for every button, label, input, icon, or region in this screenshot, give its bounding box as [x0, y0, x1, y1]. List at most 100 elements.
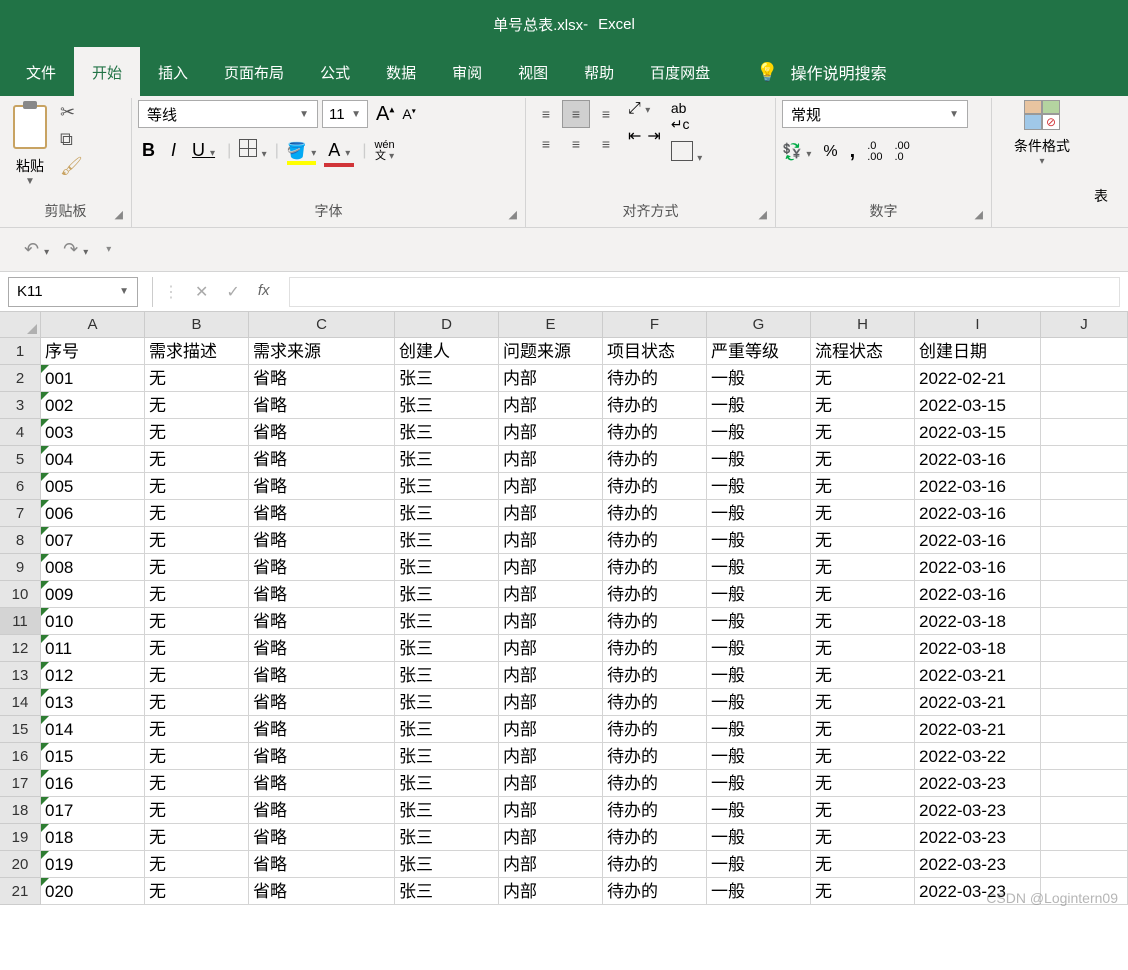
- cell[interactable]: 内部: [499, 608, 603, 635]
- cell[interactable]: [1041, 392, 1128, 419]
- cell[interactable]: 省略: [249, 689, 395, 716]
- cell[interactable]: 一般: [707, 878, 811, 905]
- cell[interactable]: [1041, 635, 1128, 662]
- cell[interactable]: 待办的: [603, 446, 707, 473]
- align-bottom-button[interactable]: ≡: [592, 100, 620, 128]
- cell[interactable]: 016: [41, 770, 145, 797]
- cell[interactable]: 无: [811, 878, 915, 905]
- cell[interactable]: [1041, 797, 1128, 824]
- cell[interactable]: 待办的: [603, 851, 707, 878]
- decrease-indent-button[interactable]: ⇤: [628, 126, 641, 146]
- select-all-corner[interactable]: [0, 312, 41, 338]
- row-header[interactable]: 4: [0, 419, 41, 446]
- align-top-button[interactable]: ≡: [532, 100, 560, 128]
- cell[interactable]: [1041, 716, 1128, 743]
- align-center-button[interactable]: ≡: [562, 130, 590, 158]
- cell[interactable]: 002: [41, 392, 145, 419]
- cell[interactable]: 无: [145, 365, 249, 392]
- cell[interactable]: 2022-03-22: [915, 743, 1041, 770]
- cell[interactable]: 张三: [395, 500, 499, 527]
- cell[interactable]: 待办的: [603, 419, 707, 446]
- cell[interactable]: 问题来源: [499, 338, 603, 365]
- cell[interactable]: 张三: [395, 743, 499, 770]
- tab-data[interactable]: 数据: [368, 47, 434, 98]
- cell[interactable]: 省略: [249, 743, 395, 770]
- row-header[interactable]: 19: [0, 824, 41, 851]
- cell[interactable]: [1041, 419, 1128, 446]
- row-header[interactable]: 21: [0, 878, 41, 905]
- font-size-select[interactable]: 11▼: [322, 100, 368, 128]
- cell[interactable]: 无: [145, 716, 249, 743]
- cell[interactable]: 省略: [249, 365, 395, 392]
- cell[interactable]: 无: [811, 365, 915, 392]
- cell[interactable]: 内部: [499, 662, 603, 689]
- row-header[interactable]: 15: [0, 716, 41, 743]
- cell[interactable]: 待办的: [603, 716, 707, 743]
- cell[interactable]: 011: [41, 635, 145, 662]
- cell[interactable]: 待办的: [603, 878, 707, 905]
- cell[interactable]: 内部: [499, 365, 603, 392]
- cell[interactable]: 内部: [499, 770, 603, 797]
- cell[interactable]: [1041, 500, 1128, 527]
- cell[interactable]: 2022-03-16: [915, 581, 1041, 608]
- cell[interactable]: 003: [41, 419, 145, 446]
- wrap-text-button[interactable]: ab↵c: [671, 100, 702, 133]
- cell[interactable]: [1041, 770, 1128, 797]
- name-box[interactable]: K11▼: [8, 277, 138, 307]
- cell[interactable]: 无: [145, 770, 249, 797]
- cell[interactable]: 无: [145, 581, 249, 608]
- cell[interactable]: 一般: [707, 608, 811, 635]
- border-button[interactable]: ▾: [239, 139, 266, 162]
- cell[interactable]: 待办的: [603, 743, 707, 770]
- cell[interactable]: 内部: [499, 824, 603, 851]
- cell[interactable]: 007: [41, 527, 145, 554]
- cell[interactable]: 张三: [395, 554, 499, 581]
- cell[interactable]: 2022-03-15: [915, 392, 1041, 419]
- row-header[interactable]: 18: [0, 797, 41, 824]
- cell[interactable]: 无: [811, 554, 915, 581]
- cell[interactable]: [1041, 608, 1128, 635]
- cell[interactable]: 018: [41, 824, 145, 851]
- comma-button[interactable]: ,: [850, 140, 856, 163]
- cell[interactable]: 2022-03-16: [915, 473, 1041, 500]
- cell[interactable]: 张三: [395, 527, 499, 554]
- cell[interactable]: 省略: [249, 797, 395, 824]
- cell[interactable]: [1041, 662, 1128, 689]
- cell[interactable]: 012: [41, 662, 145, 689]
- formula-input[interactable]: [289, 277, 1120, 307]
- cell[interactable]: 省略: [249, 500, 395, 527]
- tab-view[interactable]: 视图: [500, 47, 566, 98]
- cell[interactable]: 019: [41, 851, 145, 878]
- col-header-D[interactable]: D: [395, 312, 499, 338]
- cell[interactable]: 无: [811, 635, 915, 662]
- cell[interactable]: 2022-03-15: [915, 419, 1041, 446]
- cell[interactable]: 待办的: [603, 662, 707, 689]
- cell[interactable]: 006: [41, 500, 145, 527]
- cell[interactable]: 省略: [249, 851, 395, 878]
- cell[interactable]: 张三: [395, 851, 499, 878]
- cell[interactable]: [1041, 581, 1128, 608]
- cell[interactable]: 无: [811, 527, 915, 554]
- align-left-button[interactable]: ≡: [532, 130, 560, 158]
- cell[interactable]: 一般: [707, 581, 811, 608]
- cell[interactable]: 一般: [707, 662, 811, 689]
- cell[interactable]: 无: [811, 689, 915, 716]
- cell[interactable]: 省略: [249, 635, 395, 662]
- cell[interactable]: 2022-02-21: [915, 365, 1041, 392]
- cell[interactable]: 2022-03-23: [915, 770, 1041, 797]
- cell[interactable]: 一般: [707, 527, 811, 554]
- cell[interactable]: 内部: [499, 689, 603, 716]
- cell[interactable]: 省略: [249, 473, 395, 500]
- row-header[interactable]: 13: [0, 662, 41, 689]
- cell[interactable]: 无: [145, 662, 249, 689]
- cell[interactable]: 2022-03-16: [915, 500, 1041, 527]
- cell[interactable]: 张三: [395, 365, 499, 392]
- cell[interactable]: 一般: [707, 473, 811, 500]
- col-header-G[interactable]: G: [707, 312, 811, 338]
- cell[interactable]: 流程状态: [811, 338, 915, 365]
- bold-button[interactable]: B: [138, 138, 159, 163]
- cell[interactable]: 一般: [707, 851, 811, 878]
- cell[interactable]: [1041, 851, 1128, 878]
- phonetic-button[interactable]: wén文 ▾: [374, 140, 394, 162]
- cell[interactable]: 2022-03-23: [915, 824, 1041, 851]
